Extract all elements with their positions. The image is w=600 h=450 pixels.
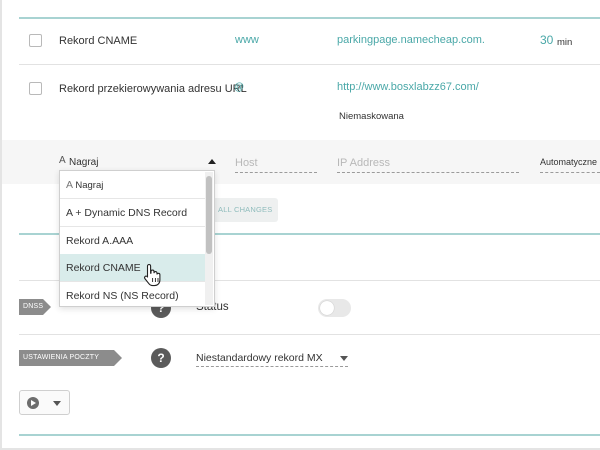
host-input-underline (235, 172, 317, 173)
ttl-select[interactable]: Automatyczne (540, 157, 597, 167)
row-checkbox[interactable] (29, 82, 42, 95)
type-prefix: A (59, 155, 66, 166)
mail-settings-tag: USTAWIENIA POCZTY (19, 350, 122, 366)
toggle-knob (320, 301, 334, 315)
section-divider (19, 334, 600, 335)
dropdown-option[interactable]: A Nagraj (60, 171, 205, 199)
bottom-divider (19, 434, 600, 436)
option-prefix: A (66, 179, 73, 191)
dns-records-panel: Rekord CNAME www parkingpage.namecheap.c… (0, 0, 600, 450)
option-label: Nagraj (75, 180, 104, 191)
record-ttl-value[interactable]: 30 (540, 33, 553, 47)
chevron-down-icon[interactable] (340, 356, 348, 361)
chevron-down-icon (53, 401, 61, 406)
row-divider (19, 64, 600, 65)
dropdown-scrollbar[interactable] (205, 172, 213, 305)
row-checkbox[interactable] (29, 34, 42, 47)
dnssec-tag: DNSSEC (19, 299, 53, 315)
record-ttl-unit: min (557, 37, 573, 48)
dropdown-option[interactable]: Rekord NS (NS Record) (60, 282, 205, 306)
record-value[interactable]: parkingpage.namecheap.com. (337, 34, 485, 46)
ip-input-underline (337, 172, 519, 173)
dnssec-toggle[interactable] (318, 299, 351, 317)
ip-input[interactable]: IP Address (337, 157, 390, 169)
mx-select-underline (196, 366, 348, 367)
play-circle-icon (27, 397, 39, 409)
mail-settings-help-icon[interactable]: ? (151, 348, 171, 368)
panel-left-border (0, 0, 2, 450)
record-host[interactable]: www (235, 34, 259, 46)
caret-up-icon[interactable] (208, 159, 216, 164)
hand-pointer-icon (144, 263, 161, 287)
ttl-select-underline (540, 172, 600, 173)
scrollbar-thumb[interactable] (206, 176, 212, 254)
record-type: Rekord CNAME (59, 35, 138, 47)
record-value[interactable]: http://www.bosxlabzz67.com/ (337, 81, 479, 93)
play-dropdown-button[interactable] (19, 390, 70, 415)
top-divider (19, 17, 600, 19)
mx-select-value[interactable]: Niestandardowy rekord MX (196, 352, 323, 364)
dropdown-option[interactable]: Rekord A.AAA (60, 227, 205, 255)
type-select-value[interactable]: Nagraj (69, 157, 98, 168)
record-type: Rekord przekierowywania adresu URL (59, 83, 247, 95)
host-input[interactable]: Host (235, 157, 258, 169)
record-type-dropdown[interactable]: A Nagraj A + Dynamic DNS Record Rekord A… (59, 170, 215, 307)
dropdown-option-selected[interactable]: Rekord CNAME (60, 254, 205, 282)
save-all-changes-button[interactable]: ALL CHANGES (212, 198, 278, 222)
dropdown-option[interactable]: A + Dynamic DNS Record (60, 199, 205, 227)
record-host[interactable]: @ (234, 82, 244, 93)
redirect-mode: Niemaskowana (339, 111, 404, 122)
